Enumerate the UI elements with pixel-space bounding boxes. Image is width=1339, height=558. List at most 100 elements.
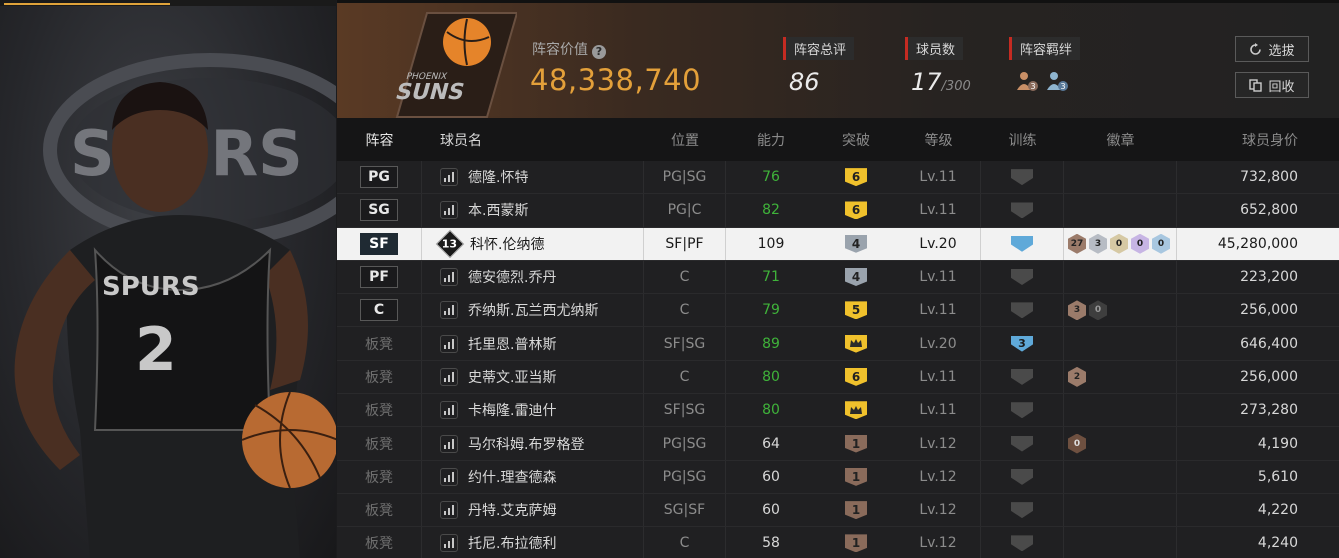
player-name-cell[interactable]: 马尔科姆.布罗格登: [422, 427, 644, 460]
training-cell[interactable]: [981, 427, 1064, 460]
training-level-icon[interactable]: 3: [1011, 335, 1033, 352]
player-name-cell[interactable]: 史蒂文.亚当斯: [422, 360, 644, 394]
training-icon[interactable]: [1011, 535, 1033, 552]
training-cell[interactable]: [981, 161, 1064, 194]
lineup-cell[interactable]: SG: [337, 194, 422, 227]
lineup-cell[interactable]: 板凳: [337, 527, 422, 558]
lineup-cell[interactable]: PG: [337, 161, 422, 194]
badge-icon[interactable]: 0: [1110, 233, 1128, 254]
training-cell[interactable]: [981, 493, 1064, 527]
badges-cell: [1064, 527, 1177, 558]
col-player-value[interactable]: 球员身价: [1177, 118, 1323, 161]
training-cell[interactable]: [981, 460, 1064, 493]
lineup-slot-tag[interactable]: SG: [360, 199, 398, 222]
training-icon[interactable]: [1011, 202, 1033, 219]
badge-icon[interactable]: 2: [1068, 366, 1086, 387]
col-player-name[interactable]: 球员名: [422, 118, 644, 161]
player-name-cell[interactable]: 德隆.怀特: [422, 161, 644, 194]
lineup-slot-tag[interactable]: C: [360, 299, 398, 322]
training-icon[interactable]: [1011, 502, 1033, 519]
table-row[interactable]: PF 德安德烈.乔丹 C 71 4 Lv.11 223,200: [337, 260, 1339, 295]
badge-icon[interactable]: 0: [1152, 233, 1170, 254]
ability-cell: 60: [762, 502, 780, 519]
col-lineup[interactable]: 阵容: [337, 118, 422, 161]
training-cell[interactable]: [981, 527, 1064, 558]
training-crown-icon[interactable]: [1011, 235, 1033, 252]
badge-icon[interactable]: 3: [1068, 300, 1086, 321]
select-button[interactable]: 选拔: [1235, 36, 1309, 62]
badge-icon[interactable]: 0: [1068, 433, 1086, 454]
table-row[interactable]: 板凳 托尼.布拉德利 C 58 1 Lv.12 4,240: [337, 527, 1339, 558]
training-icon[interactable]: [1011, 302, 1033, 319]
badge-icon[interactable]: 27: [1068, 233, 1086, 254]
lineup-cell[interactable]: 板凳: [337, 394, 422, 427]
lineup-slot-tag[interactable]: PG: [360, 166, 398, 189]
lineup-slot-tag[interactable]: SF: [360, 232, 398, 255]
badge-icon[interactable]: 3: [1089, 233, 1107, 254]
col-ability[interactable]: 能力: [726, 118, 816, 161]
training-icon[interactable]: [1011, 402, 1033, 419]
player-name-cell[interactable]: 13 科怀.伦纳德: [422, 227, 644, 260]
player-value-cell: 256,000: [1240, 302, 1298, 319]
ability-cell: 64: [762, 435, 780, 452]
player-value-cell: 256,000: [1240, 368, 1298, 385]
table-row[interactable]: 板凳 卡梅隆.雷迪什 SF|SG 80 Lv.11 273,280: [337, 394, 1339, 428]
bond-icon-1[interactable]: 3: [1015, 70, 1039, 92]
badge-icon[interactable]: 0: [1131, 233, 1149, 254]
lineup-cell[interactable]: PF: [337, 260, 422, 294]
table-row[interactable]: 板凳 马尔科姆.布罗格登 PG|SG 64 1 Lv.12 0 4,190: [337, 427, 1339, 461]
training-icon[interactable]: [1011, 169, 1033, 186]
training-icon[interactable]: [1011, 468, 1033, 485]
help-icon[interactable]: ?: [592, 45, 606, 59]
table-row[interactable]: 板凳 约什.理查德森 PG|SG 60 1 Lv.12 5,610: [337, 460, 1339, 494]
player-name-cell[interactable]: 丹特.艾克萨姆: [422, 493, 644, 527]
training-cell[interactable]: 3: [981, 327, 1064, 360]
training-cell[interactable]: [981, 260, 1064, 294]
player-name-cell[interactable]: 托里恩.普林斯: [422, 327, 644, 360]
col-level[interactable]: 等级: [896, 118, 981, 161]
breakthrough-cell: 6: [816, 194, 896, 226]
table-row[interactable]: 板凳 史蒂文.亚当斯 C 80 6 Lv.11 2 256,000: [337, 360, 1339, 395]
lineup-cell[interactable]: 板凳: [337, 427, 422, 460]
table-row[interactable]: 板凳 丹特.艾克萨姆 SG|SF 60 1 Lv.12 4,220: [337, 493, 1339, 528]
level-cell: Lv.11: [896, 294, 981, 327]
table-row[interactable]: C 乔纳斯.瓦兰西尤纳斯 C 79 5 Lv.11 30 256,000: [337, 294, 1339, 328]
lineup-cell[interactable]: 板凳: [337, 327, 422, 360]
lineup-cell[interactable]: 板凳: [337, 360, 422, 394]
player-name-cell[interactable]: 本.西蒙斯: [422, 194, 644, 227]
lineup-slot-tag[interactable]: PF: [360, 266, 398, 289]
position-cell: SF|SG: [644, 327, 726, 360]
player-name-cell[interactable]: 德安德烈.乔丹: [422, 260, 644, 294]
player-name-cell[interactable]: 乔纳斯.瓦兰西尤纳斯: [422, 294, 644, 327]
lineup-cell[interactable]: 板凳: [337, 460, 422, 493]
player-name-cell[interactable]: 卡梅隆.雷迪什: [422, 394, 644, 427]
training-icon[interactable]: [1011, 368, 1033, 385]
svg-text:SUNS: SUNS: [393, 79, 468, 105]
table-row[interactable]: SF 13 科怀.伦纳德 SF|PF 109 4 Lv.20 27 3 0 0 0 45,…: [337, 227, 1339, 261]
recycle-button[interactable]: 回收: [1235, 72, 1309, 98]
training-cell[interactable]: [981, 360, 1064, 394]
col-training[interactable]: 训练: [981, 118, 1064, 161]
table-row[interactable]: 板凳 托里恩.普林斯 SF|SG 89 Lv.20 3 646,400: [337, 327, 1339, 361]
training-cell[interactable]: [981, 227, 1064, 260]
col-position[interactable]: 位置: [644, 118, 726, 161]
training-cell[interactable]: [981, 294, 1064, 327]
lineup-cell[interactable]: SF: [337, 227, 422, 260]
lineup-cell[interactable]: C: [337, 294, 422, 327]
player-name-cell[interactable]: 托尼.布拉德利: [422, 527, 644, 558]
badge-icon[interactable]: 0: [1089, 300, 1107, 321]
training-icon[interactable]: [1011, 269, 1033, 286]
badges-cell: [1064, 161, 1177, 194]
training-icon[interactable]: [1011, 435, 1033, 452]
table-row[interactable]: PG 德隆.怀特 PG|SG 76 6 Lv.11 732,800: [337, 161, 1339, 195]
training-cell[interactable]: [981, 394, 1064, 427]
training-cell[interactable]: [981, 194, 1064, 227]
table-row[interactable]: SG 本.西蒙斯 PG|C 82 6 Lv.11 652,800: [337, 194, 1339, 228]
lineup-cell[interactable]: 板凳: [337, 493, 422, 527]
col-breakthrough[interactable]: 突破: [816, 118, 896, 161]
col-badges[interactable]: 徽章: [1064, 118, 1177, 161]
position-cell: PG|SG: [644, 161, 726, 194]
bond-icon-2[interactable]: 3: [1045, 70, 1069, 92]
player-name-cell[interactable]: 约什.理查德森: [422, 460, 644, 493]
player-value-cell: 45,280,000: [1217, 235, 1298, 252]
